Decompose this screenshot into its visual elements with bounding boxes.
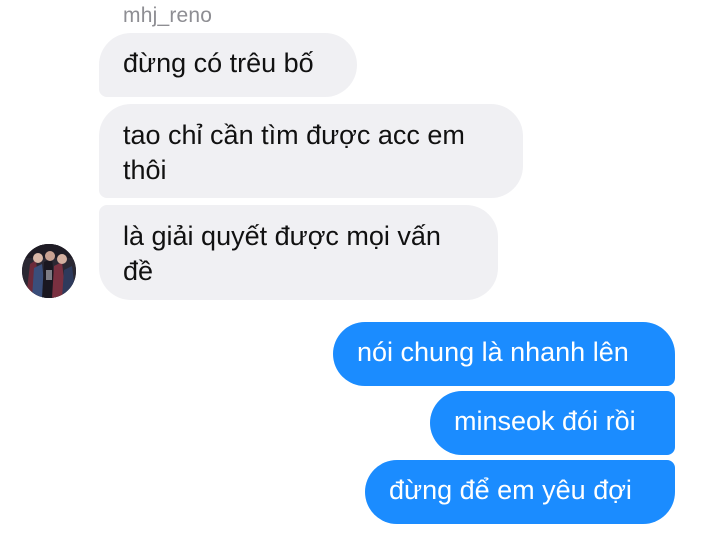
incoming-message-bubble[interactable]: tao chỉ cần tìm được acc em thôi [99, 104, 523, 198]
outgoing-message-bubble[interactable]: nói chung là nhanh lên [333, 322, 675, 386]
outgoing-message-bubble[interactable]: đừng để em yêu đợi [365, 460, 675, 524]
profile-photo-icon [22, 244, 76, 298]
sender-avatar[interactable] [22, 244, 76, 298]
incoming-message-bubble[interactable]: là giải quyết được mọi vấn đề [99, 205, 498, 300]
outgoing-message-bubble[interactable]: minseok đói rồi [430, 391, 675, 455]
sender-name: mhj_reno [123, 4, 213, 27]
incoming-message-bubble[interactable]: đừng có trêu bố [99, 33, 357, 97]
